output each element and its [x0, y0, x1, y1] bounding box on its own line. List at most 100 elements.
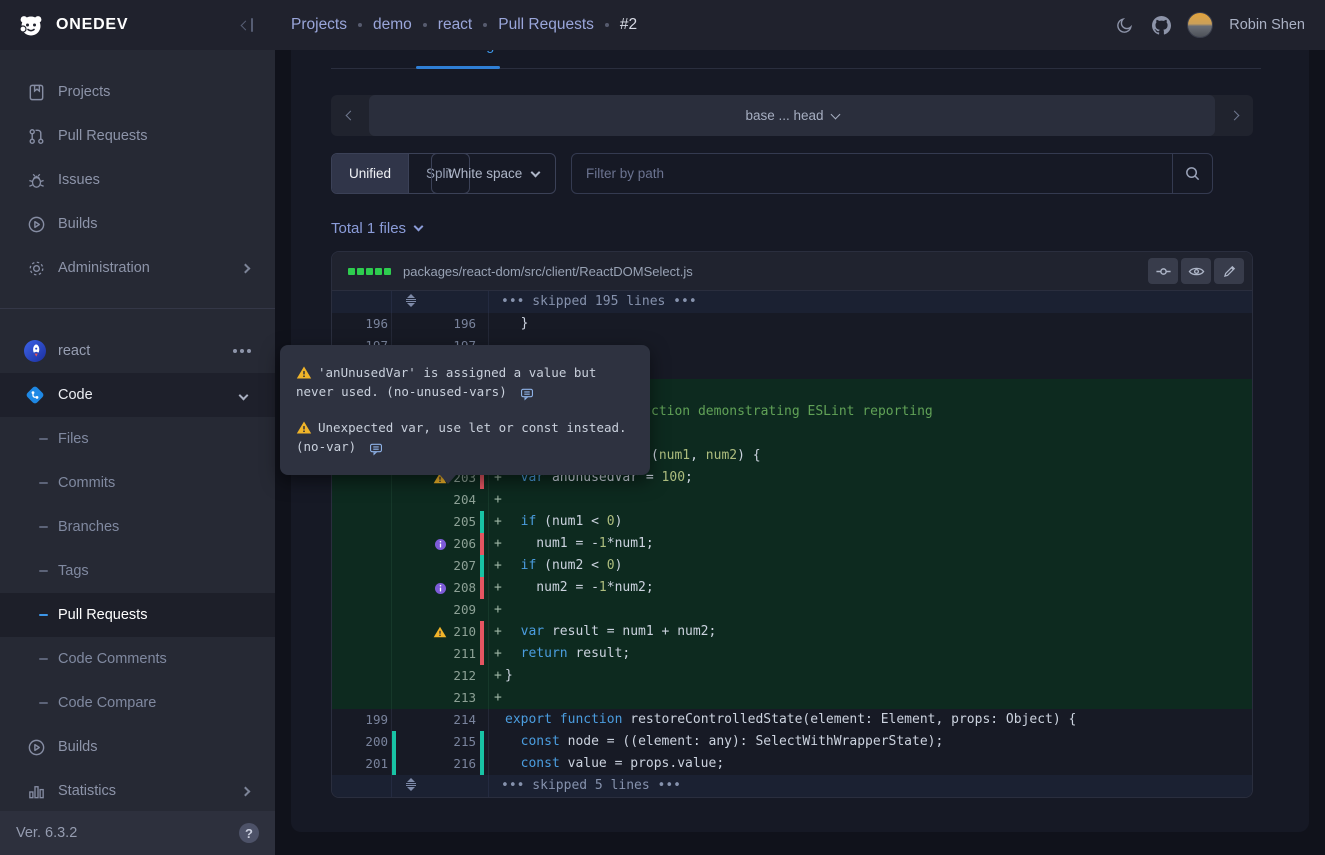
diff-context-row[interactable]: 199214export function restoreControlledS… — [332, 709, 1252, 731]
sidebar-item-builds[interactable]: Builds — [0, 202, 275, 246]
filter-by-path-input[interactable] — [572, 154, 1212, 193]
project-menu-button[interactable] — [233, 349, 251, 353]
diff-added-row[interactable]: 210+ var result = num1 + num2; — [332, 621, 1252, 643]
comment-icon[interactable] — [363, 439, 383, 458]
sidebar-item-projects[interactable]: Projects — [0, 70, 275, 114]
diff-added-row[interactable]: 212+} — [332, 665, 1252, 687]
warning-icon[interactable] — [433, 625, 447, 639]
dash-icon — [39, 570, 48, 572]
sidebar-item-label: Commits — [58, 475, 115, 491]
new-line-number: 216 — [392, 753, 476, 775]
dash-icon — [39, 526, 48, 528]
edit-pencil-icon[interactable] — [1214, 258, 1244, 284]
breadcrumb-react[interactable]: react — [438, 16, 472, 34]
code-line: + — [489, 599, 1252, 621]
diff-added-row[interactable]: 209 + — [332, 599, 1252, 621]
sidebar-item-commits[interactable]: Commits — [0, 461, 275, 505]
added-marker: + — [494, 577, 502, 599]
code-text: num2 = -1*num2; — [505, 577, 654, 599]
collapse-sidebar-icon[interactable] — [242, 18, 253, 32]
code-text: (num1, num2) { — [651, 445, 761, 467]
code-line: + return result; — [489, 643, 1252, 665]
sidebar-item-code[interactable]: Code — [0, 373, 275, 417]
expand-lines-icon[interactable] — [404, 294, 418, 310]
sidebar-item-builds[interactable]: Builds — [0, 725, 275, 769]
breadcrumb-pull-requests[interactable]: Pull Requests — [498, 16, 594, 34]
sidebar-item-label: Code Compare — [58, 695, 156, 711]
user-avatar[interactable] — [1187, 12, 1213, 38]
sidebar-item-pull-requests[interactable]: Pull Requests — [0, 593, 275, 637]
diff-context-row[interactable]: 200215 const node = ((element: any): Sel… — [332, 731, 1252, 753]
sidebar-item-label: Projects — [58, 84, 110, 100]
new-line-number: 204 — [392, 489, 476, 511]
new-line-number: 214 — [392, 709, 476, 731]
sidebar-item-label: Administration — [58, 260, 150, 276]
commit-icon[interactable] — [1148, 258, 1178, 284]
comment-icon[interactable] — [514, 384, 534, 403]
user-name[interactable]: Robin Shen — [1229, 17, 1305, 33]
diff-added-row[interactable]: 206+ num1 = -1*num1; — [332, 533, 1252, 555]
diff-context-row[interactable]: 201216 const value = props.value; — [332, 753, 1252, 775]
sidebar-item-code-comments[interactable]: Code Comments — [0, 637, 275, 681]
code-line: + — [489, 687, 1252, 709]
eye-icon[interactable] — [1181, 258, 1211, 284]
coverage-bar — [392, 753, 396, 775]
old-line-number — [332, 665, 388, 687]
base-head-selector[interactable]: base ... head — [369, 95, 1215, 136]
sidebar-item-issues[interactable]: Issues — [0, 158, 275, 202]
coverage-bar — [480, 621, 484, 643]
search-icon[interactable] — [1172, 154, 1212, 193]
breadcrumb-demo[interactable]: demo — [373, 16, 412, 34]
diff-context-row[interactable]: 196196 } — [332, 313, 1252, 335]
code-text: } — [505, 313, 528, 335]
added-marker: + — [494, 555, 502, 577]
github-icon[interactable] — [1151, 15, 1171, 35]
diff-added-row[interactable]: 205+ if (num1 < 0) — [332, 511, 1252, 533]
sidebar-item-code-compare[interactable]: Code Compare — [0, 681, 275, 725]
expand-lines-icon[interactable] — [404, 778, 418, 794]
sidebar-item-files[interactable]: Files — [0, 417, 275, 461]
sidebar-project-react[interactable]: react — [0, 329, 275, 373]
dark-mode-moon-icon[interactable] — [1115, 15, 1135, 35]
code-text: num1 = -1*num1; — [505, 533, 654, 555]
info-icon[interactable] — [433, 537, 447, 551]
sidebar-item-pull-requests[interactable]: Pull Requests — [0, 114, 275, 158]
added-marker: + — [494, 489, 502, 511]
new-line-number: 196 — [392, 313, 476, 335]
added-marker: + — [494, 599, 502, 621]
new-line-number: 213 — [392, 687, 476, 709]
help-icon[interactable]: ? — [239, 823, 259, 843]
old-line-number: 200 — [332, 731, 388, 753]
new-line-number: 209 — [392, 599, 476, 621]
whitespace-dropdown[interactable]: White space — [431, 153, 556, 194]
old-line-number — [332, 533, 388, 555]
diff-added-row[interactable]: 207+ if (num2 < 0) — [332, 555, 1252, 577]
project-name: react — [58, 343, 90, 359]
sidebar-item-statistics[interactable]: Statistics — [0, 769, 275, 813]
code-line: +} — [489, 665, 1252, 687]
diff-added-row[interactable]: 204 + — [332, 489, 1252, 511]
app-root: ONEDEV ProjectsPull RequestsIssuesBuilds… — [0, 0, 1325, 855]
tab-file-changes[interactable]: File Changes — [424, 50, 509, 54]
sidebar-item-branches[interactable]: Branches — [0, 505, 275, 549]
info-icon[interactable] — [433, 581, 447, 595]
tab-activities[interactable]: Activities — [331, 50, 388, 54]
new-line-number: 205 — [392, 511, 476, 533]
sidebar-item-tags[interactable]: Tags — [0, 549, 275, 593]
new-line-number: 210 — [392, 621, 476, 643]
sidebar-item-administration[interactable]: Administration — [0, 246, 275, 290]
commit-range-bar[interactable]: base ... head — [331, 95, 1253, 136]
total-files-toggle[interactable]: Total 1 files — [331, 216, 422, 240]
range-prev-icon[interactable] — [331, 95, 369, 136]
diff-added-row[interactable]: 211+ return result; — [332, 643, 1252, 665]
range-next-icon[interactable] — [1215, 95, 1253, 136]
code-text: if (num1 < 0) — [505, 511, 622, 533]
projects-icon — [26, 82, 46, 102]
added-marker: + — [494, 533, 502, 555]
unified-button[interactable]: Unified — [332, 154, 408, 193]
diff-added-row[interactable]: 208+ num2 = -1*num2; — [332, 577, 1252, 599]
tab-code-comments[interactable]: Code Comments — [546, 50, 655, 54]
breadcrumb-projects[interactable]: Projects — [291, 16, 347, 34]
old-line-number — [332, 555, 388, 577]
diff-added-row[interactable]: 213 + — [332, 687, 1252, 709]
